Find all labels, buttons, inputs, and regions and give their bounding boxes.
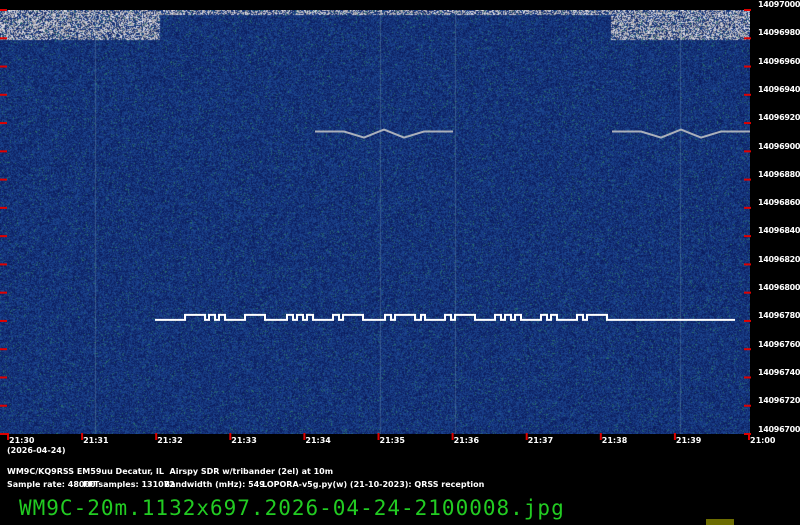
v-signal-trace bbox=[315, 128, 453, 139]
filename-caption: WM9C-20m.1132x697.2026-04-24-2100008.jpg bbox=[19, 496, 565, 520]
y-tick-right bbox=[744, 376, 751, 379]
y-tick-right bbox=[744, 37, 751, 40]
y-tick-right bbox=[744, 291, 751, 294]
y-tick-right bbox=[744, 206, 751, 209]
y-tick-right bbox=[744, 9, 751, 11]
y-tick-right bbox=[744, 263, 751, 266]
y-tick-left bbox=[0, 150, 7, 153]
x-tick-label: 21:35 bbox=[379, 436, 405, 445]
y-tick-right bbox=[744, 319, 751, 322]
y-tick-label: 14096980 bbox=[758, 28, 800, 38]
v-signal-trace bbox=[612, 128, 750, 139]
y-tick-left bbox=[0, 178, 7, 181]
y-tick-label: 14096840 bbox=[758, 226, 800, 236]
y-tick-label: 14096740 bbox=[758, 367, 800, 377]
x-tick-label: 21:30 bbox=[9, 436, 35, 445]
bandwidth: Bandwidth (mHz): 549 bbox=[164, 480, 265, 489]
x-tick-label: 21:36 bbox=[453, 436, 480, 445]
signal-overlay bbox=[0, 9, 751, 440]
y-tick-left bbox=[0, 122, 7, 125]
y-tick-left bbox=[0, 93, 7, 96]
y-tick-right bbox=[744, 65, 751, 68]
y-tick-label: 14097000 bbox=[758, 0, 800, 9]
y-tick-label: 14096960 bbox=[758, 56, 800, 66]
date-label: (2026-04-24) bbox=[7, 446, 66, 455]
x-tick-label: 21:38 bbox=[601, 436, 628, 445]
software-info: LOPORA-v5g.py(w) (21-10-2023): QRSS rece… bbox=[262, 480, 485, 489]
y-tick-left bbox=[0, 9, 7, 11]
y-tick-left bbox=[0, 319, 7, 322]
y-tick-right bbox=[744, 178, 751, 181]
fft-samples: FFTsamples: 131072 bbox=[83, 480, 175, 489]
yellow-marker bbox=[706, 519, 734, 525]
x-tick-label: 21:31 bbox=[83, 436, 109, 445]
y-tick-right bbox=[744, 93, 751, 96]
y-tick-label: 14096900 bbox=[758, 141, 800, 151]
y-tick-left bbox=[0, 37, 7, 40]
y-tick-label: 14096920 bbox=[758, 113, 800, 123]
x-tick-label: 21:37 bbox=[527, 436, 554, 445]
x-tick-label: 21:33 bbox=[231, 436, 257, 445]
y-tick-label: 14096700 bbox=[758, 424, 800, 434]
y-tick-label: 14096720 bbox=[758, 396, 800, 406]
x-tick-label: 21:39 bbox=[675, 436, 702, 445]
station-info: WM9C/KQ9RSS EM59uu Decatur, IL Airspy SD… bbox=[7, 467, 334, 476]
y-tick-left bbox=[0, 376, 7, 379]
y-tick-left bbox=[0, 206, 7, 209]
y-tick-right bbox=[744, 348, 751, 351]
y-tick-left bbox=[0, 235, 7, 238]
y-tick-left bbox=[0, 348, 7, 351]
x-tick-label: 21:34 bbox=[305, 436, 331, 445]
y-tick-left bbox=[0, 263, 7, 266]
y-tick-right bbox=[744, 122, 751, 125]
fsk-cw-signal-trace bbox=[155, 313, 735, 321]
y-tick-right bbox=[744, 150, 751, 153]
x-tick-label: 21:32 bbox=[157, 436, 183, 445]
y-tick-label: 14096760 bbox=[758, 339, 800, 349]
y-tick-label: 14096940 bbox=[758, 84, 800, 94]
y-tick-left bbox=[0, 65, 7, 68]
y-tick-label: 14096800 bbox=[758, 283, 800, 292]
y-tick-left bbox=[0, 433, 7, 435]
y-tick-label: 14096860 bbox=[758, 198, 800, 208]
y-tick-label: 14096880 bbox=[758, 169, 800, 179]
y-tick-right bbox=[744, 404, 751, 407]
y-tick-label: 14096820 bbox=[758, 254, 800, 264]
x-tick-label: 21:00 bbox=[750, 436, 776, 445]
y-tick-right bbox=[744, 235, 751, 238]
y-tick-label: 14096780 bbox=[758, 311, 800, 321]
y-tick-left bbox=[0, 291, 7, 294]
y-tick-left bbox=[0, 404, 7, 407]
